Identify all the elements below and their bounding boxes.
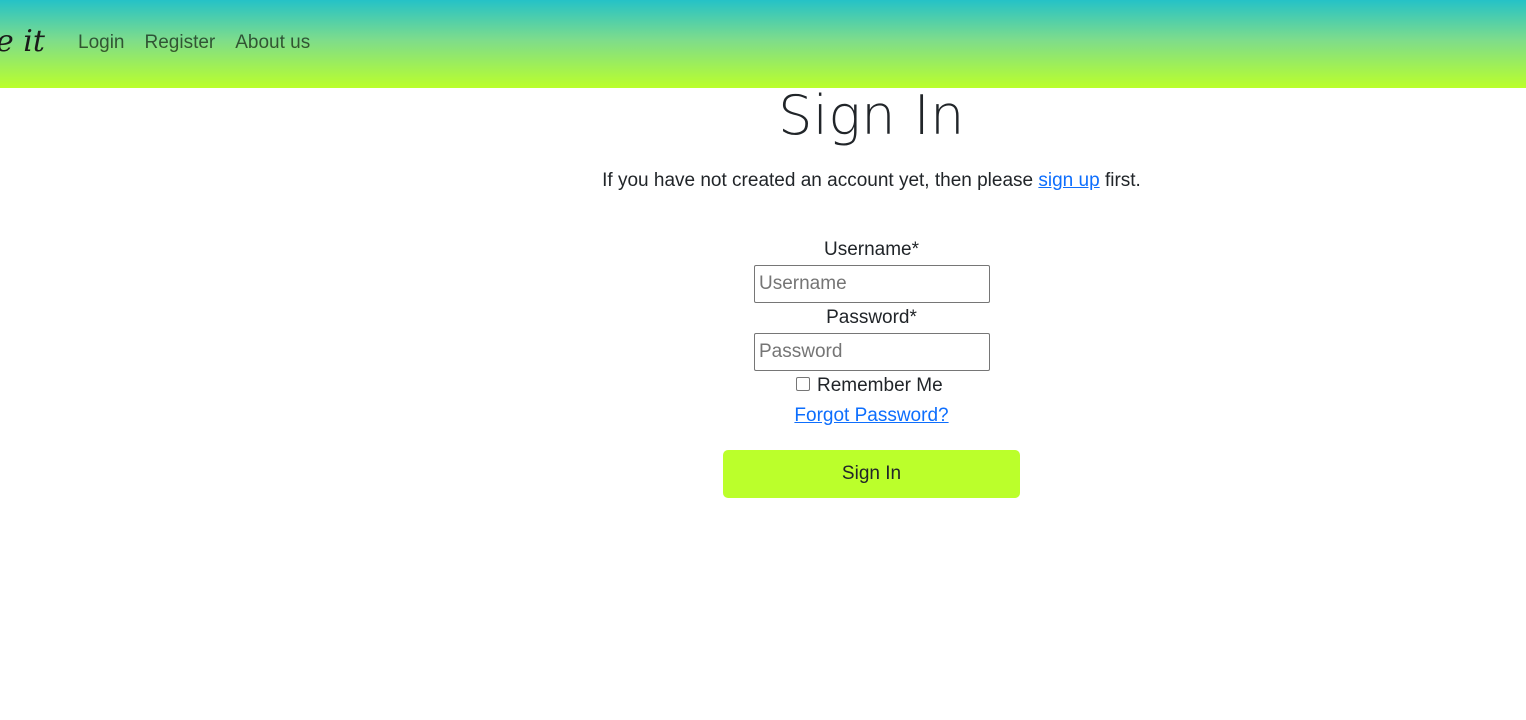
remember-me-checkbox[interactable] xyxy=(796,377,810,391)
password-label: Password* xyxy=(826,307,917,328)
password-input[interactable] xyxy=(754,333,990,371)
top-navbar: e it Login Register About us xyxy=(0,0,1526,88)
username-label: Username* xyxy=(823,239,920,260)
remember-me-row: Remember Me xyxy=(796,375,943,397)
remember-me-label[interactable]: Remember Me xyxy=(817,375,943,397)
intro-text-after: first. xyxy=(1099,170,1141,191)
nav-link-about-us[interactable]: About us xyxy=(235,32,310,54)
intro-text-before: If you have not created an account yet, … xyxy=(602,170,1039,191)
nav-link-login[interactable]: Login xyxy=(78,32,125,54)
username-input[interactable] xyxy=(754,265,990,303)
sign-in-button[interactable]: Sign In xyxy=(723,450,1020,498)
signup-prompt: If you have not created an account yet, … xyxy=(0,170,1526,192)
page-title: Sign In xyxy=(778,84,965,147)
forgot-password-row: Forgot Password? xyxy=(0,405,1526,427)
brand-logo[interactable]: e it xyxy=(0,24,45,59)
sign-up-link[interactable]: sign up xyxy=(1038,170,1099,191)
nav-links: Login Register About us xyxy=(78,32,310,54)
forgot-password-link[interactable]: Forgot Password? xyxy=(794,405,948,426)
nav-link-register[interactable]: Register xyxy=(145,32,216,54)
